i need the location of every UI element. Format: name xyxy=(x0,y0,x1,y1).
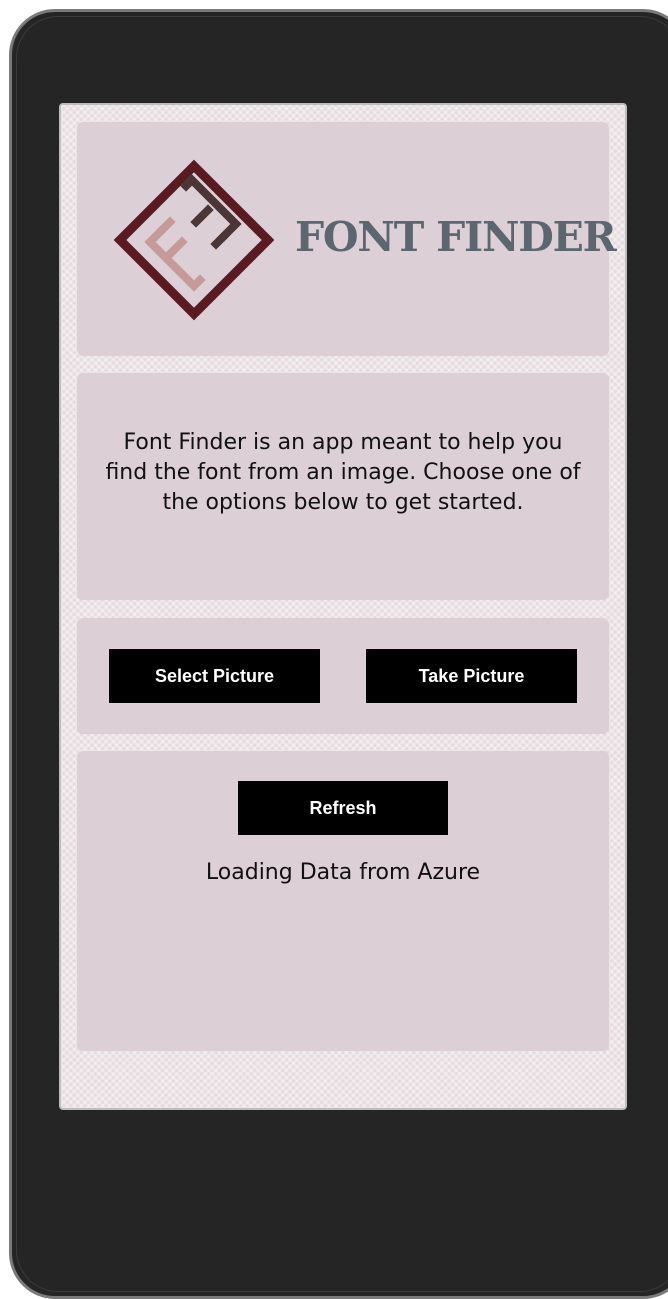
refresh-button[interactable]: Refresh xyxy=(238,781,448,835)
status-message: Loading Data from Azure xyxy=(205,860,481,885)
app-title: FONT FINDER xyxy=(295,213,617,261)
select-picture-button[interactable]: Select Picture xyxy=(109,649,320,703)
font-finder-logo-icon xyxy=(113,159,275,321)
take-picture-button[interactable]: Take Picture xyxy=(366,649,577,703)
intro-text: Font Finder is an app meant to help you … xyxy=(105,430,581,515)
